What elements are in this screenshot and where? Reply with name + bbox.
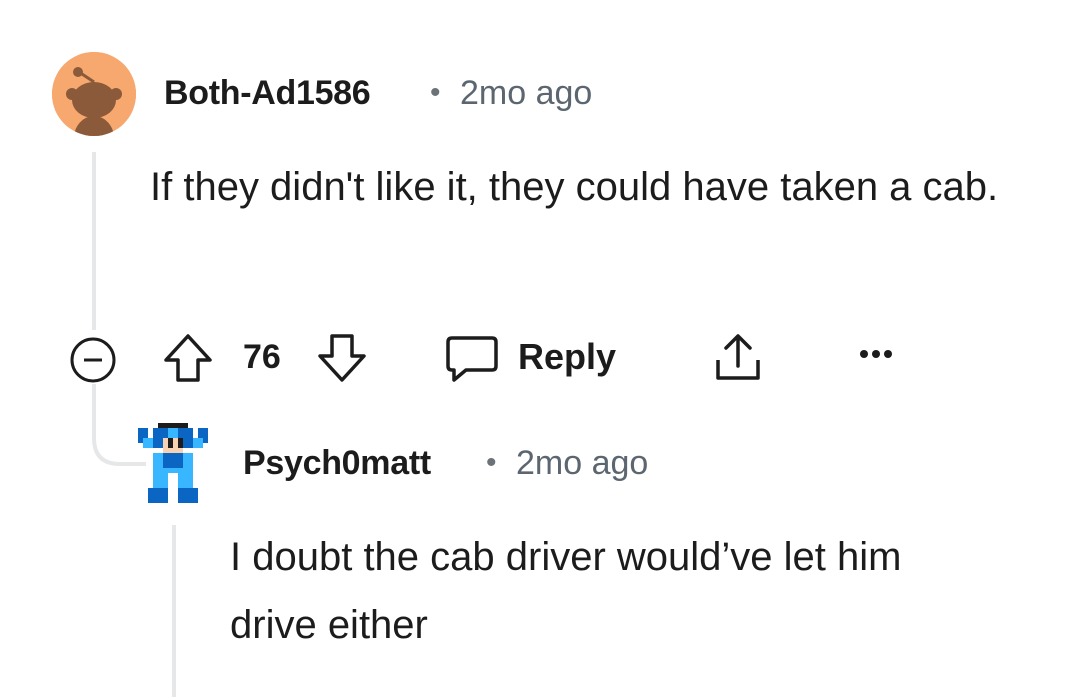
meta-separator: • [486, 446, 497, 479]
thread-line [92, 152, 96, 330]
more-options-icon[interactable] [858, 344, 898, 364]
comment-timestamp: 2mo ago [460, 74, 593, 112]
comment-username[interactable]: Both-Ad1586 [164, 74, 371, 113]
collapse-thread-icon[interactable] [67, 334, 119, 386]
avatar[interactable] [138, 422, 208, 504]
comment-body: I doubt the cab driver would’ve let him … [230, 535, 902, 647]
upvote-icon[interactable] [160, 330, 216, 386]
thread-line [172, 525, 176, 697]
megaman-avatar-icon [138, 423, 208, 503]
downvote-icon[interactable] [314, 330, 370, 386]
reddit-snoo-avatar-icon [52, 52, 136, 136]
comment-timestamp: 2mo ago [516, 444, 649, 482]
meta-separator: • [430, 76, 441, 109]
reply-button[interactable]: Reply [440, 330, 630, 386]
comment-bubble-icon [446, 336, 498, 382]
vote-score: 76 [243, 338, 281, 376]
avatar[interactable] [52, 52, 136, 136]
comment-username[interactable]: Psych0matt [243, 444, 431, 483]
reply-label: Reply [518, 336, 617, 377]
comment-body: If they didn't like it, they could have … [150, 165, 999, 209]
share-icon[interactable] [710, 330, 766, 386]
